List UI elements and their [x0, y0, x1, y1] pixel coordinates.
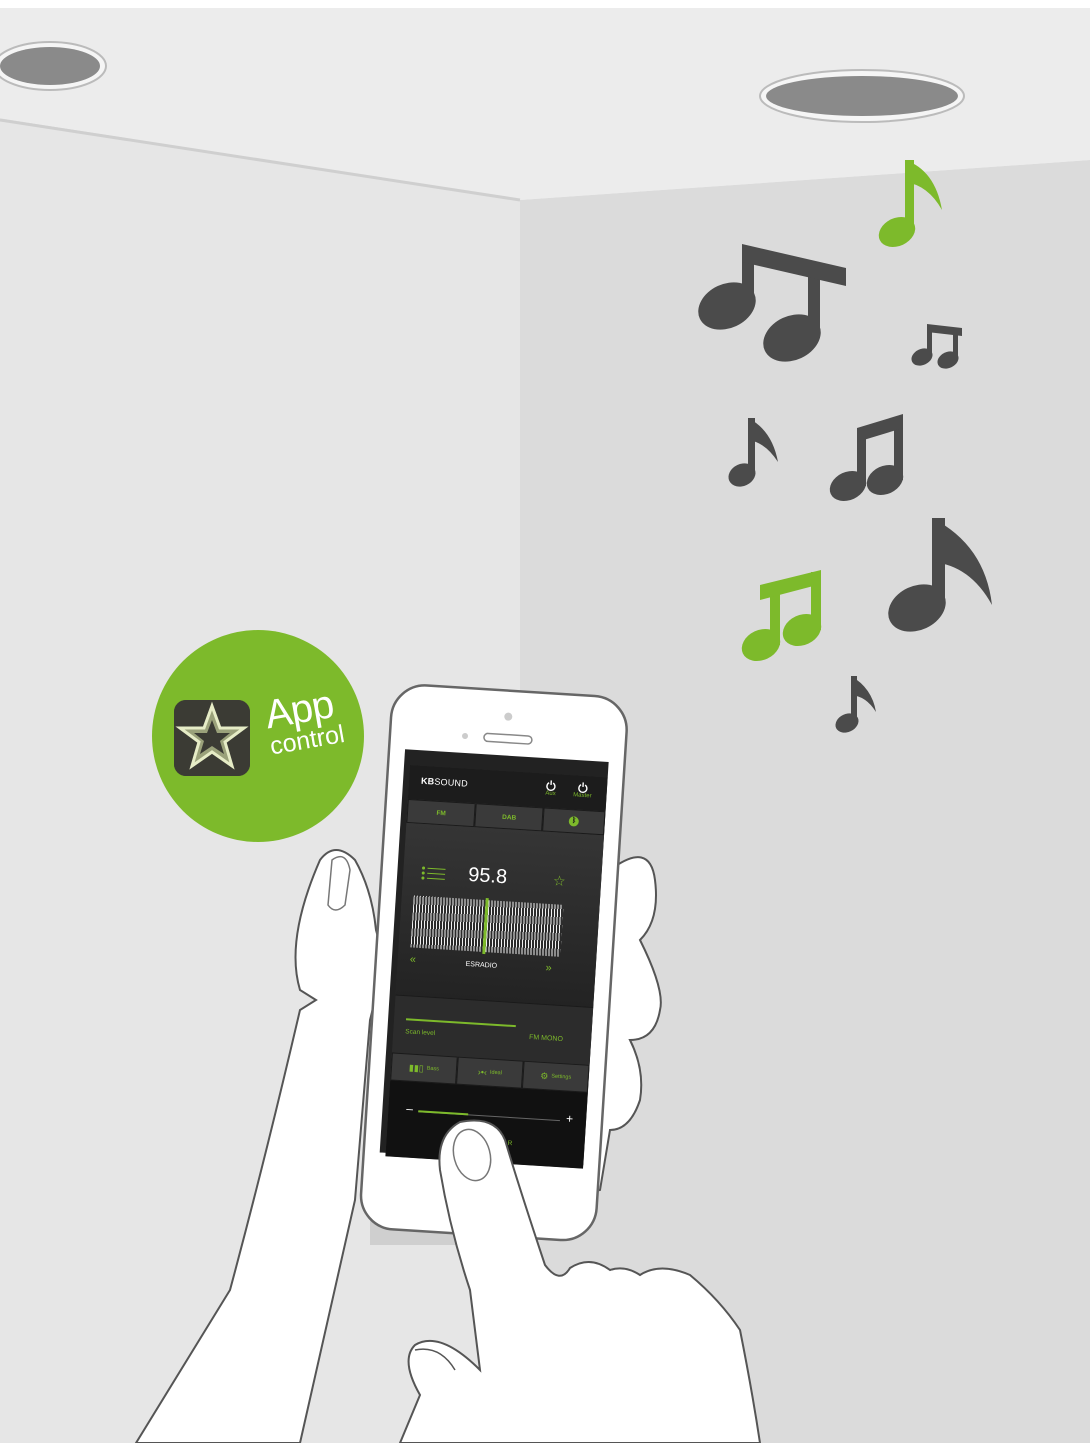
ceiling-speaker-right: [759, 69, 965, 123]
scan-level-label: Scan level: [405, 1028, 436, 1038]
bluetooth-icon: ᛒ: [568, 816, 580, 827]
power-icon: [578, 782, 588, 794]
tuner-panel: 95.8 ☆ « ESRADIO »: [395, 822, 604, 1007]
settings-button[interactable]: ⚙ Settings: [521, 1060, 590, 1093]
scene: App control KBSOUND Aux Master FM DAB ᛒ: [0, 0, 1090, 1443]
ideal-icon: ›•‹: [477, 1066, 488, 1078]
scan-level-slider[interactable]: [405, 1018, 516, 1028]
ceiling-speaker-left: [0, 41, 107, 91]
fm-mono-toggle[interactable]: FM MONO: [529, 1034, 563, 1043]
seek-forward-button[interactable]: »: [545, 962, 552, 974]
gear-icon: ⚙: [539, 1070, 549, 1081]
seek-back-button[interactable]: «: [409, 953, 416, 965]
volume-up-button[interactable]: +: [566, 1112, 574, 1126]
station-list-icon[interactable]: [421, 866, 446, 881]
star-app-icon[interactable]: [174, 700, 250, 776]
favorite-star-icon[interactable]: ☆: [552, 872, 567, 890]
station-name: ESRADIO: [465, 960, 498, 970]
volume-panel: – + 12 TAR: [385, 1080, 588, 1169]
app-screen: KBSOUND Aux Master FM DAB ᛒ 95.8 ☆ « ESR…: [385, 765, 608, 1169]
ideal-button[interactable]: ›•‹ Ideal: [456, 1056, 524, 1089]
bass-button[interactable]: ▮▮▯ Bass: [390, 1052, 458, 1085]
equalizer-icon: ▮▮▯: [408, 1062, 425, 1073]
brand-logo: KBSOUND: [420, 775, 469, 789]
volume-fill: [418, 1110, 469, 1116]
preset-label: 12 TAR: [446, 1136, 515, 1148]
frequency-display: 95.8: [467, 863, 508, 889]
aux-power-button[interactable]: Aux: [536, 779, 565, 798]
power-icon: [546, 780, 556, 792]
star-icon: [174, 700, 250, 776]
app-control-badge: App control: [152, 630, 364, 842]
master-label: Master: [573, 792, 592, 800]
master-power-button[interactable]: Master: [568, 781, 597, 800]
volume-down-button[interactable]: –: [406, 1101, 414, 1115]
aux-label: Aux: [545, 790, 556, 798]
